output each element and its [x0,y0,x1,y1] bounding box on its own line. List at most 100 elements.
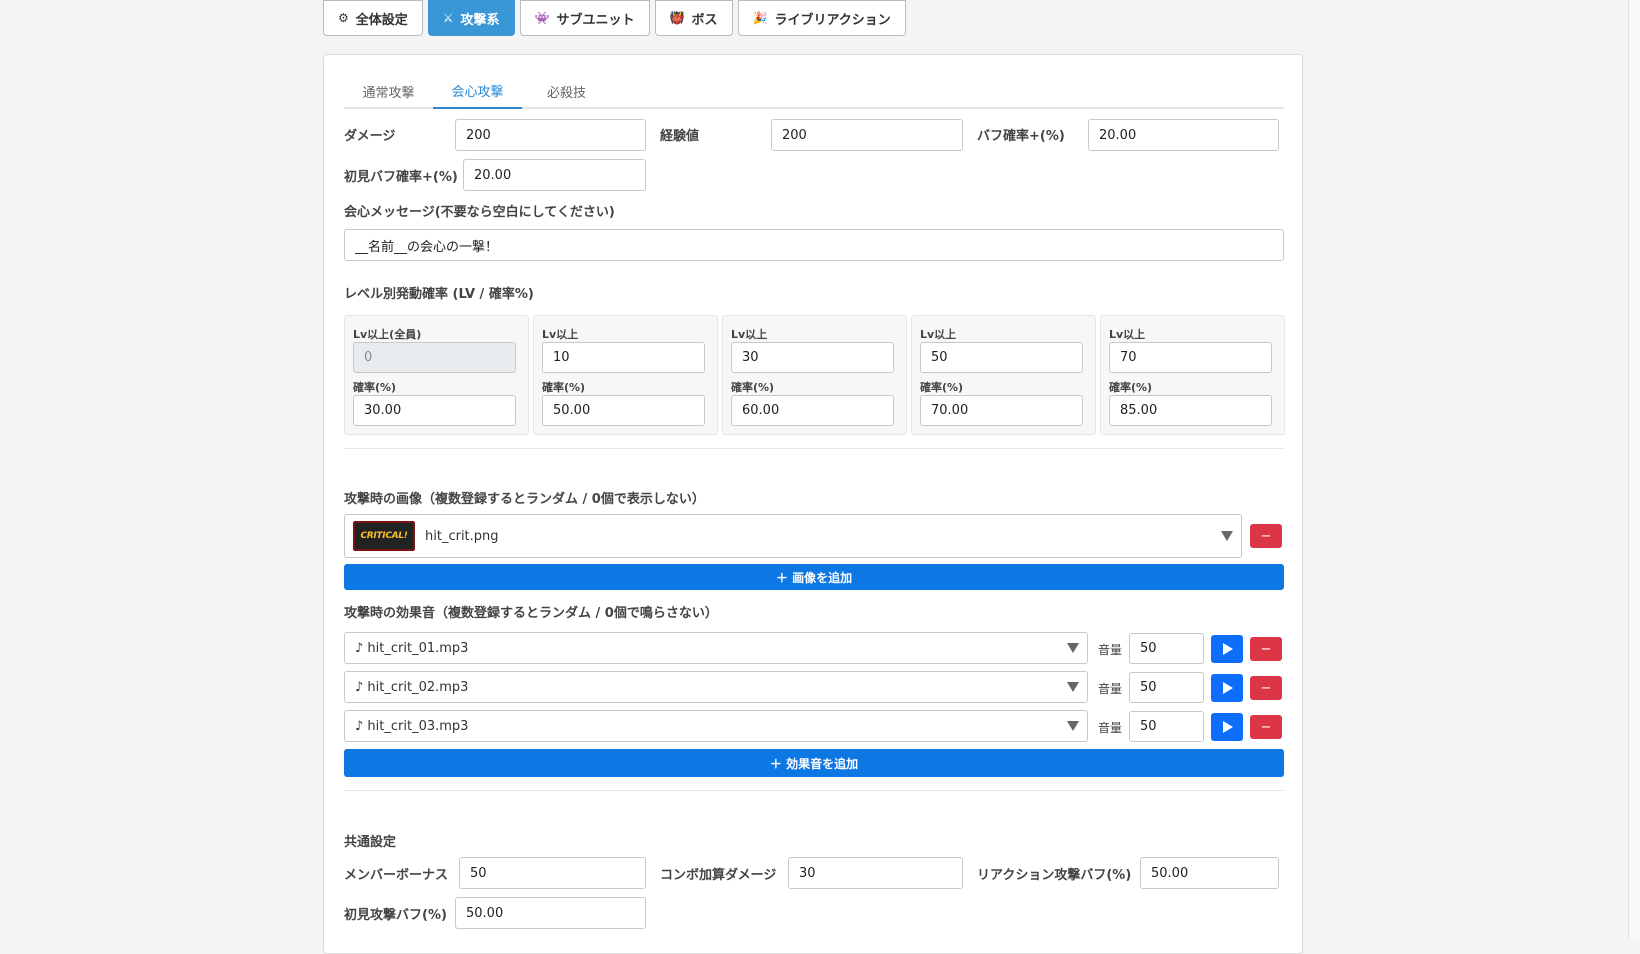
rate-label: 確率(%) [1109,381,1153,394]
subtab-normal-attack[interactable]: 通常攻撃 [344,73,433,109]
remove-sound-button[interactable]: − [1250,637,1282,661]
lv-label: Lv以上 [731,328,768,341]
volume-label: 音量 [1098,682,1123,696]
remove-sound-button[interactable]: − [1250,676,1282,700]
first-attack-buff-label: 初見攻撃バフ(%) [344,908,447,923]
first-buff-input[interactable] [463,159,646,191]
exp-input[interactable] [771,119,963,151]
lv-input [353,342,516,373]
level-rate-card: Lv以上 確率(%) [1100,315,1285,435]
volume-label: 音量 [1098,721,1123,735]
buff-rate-label: バフ確率+(%) [977,129,1065,144]
damage-input[interactable] [455,119,646,151]
ogre-icon: 👹 [669,11,685,25]
images-title: 攻撃時の画像（複数登録するとランダム / 0個で表示しない） [344,492,705,507]
rate-input[interactable] [542,395,705,426]
play-sound-button[interactable] [1211,674,1243,702]
member-bonus-input[interactable] [459,857,646,889]
image-select[interactable]: CRITICAL! hit_crit.png [344,514,1242,558]
reaction-buff-input[interactable] [1140,857,1279,889]
remove-sound-button[interactable]: − [1250,715,1282,739]
sound-select[interactable]: ♪ hit_crit_02.mp3 [344,671,1088,703]
lv-label: Lv以上(全員) [353,328,422,341]
lv-label: Lv以上 [920,328,957,341]
add-sound-button[interactable]: ＋ 効果音を追加 [344,749,1284,777]
tab-label: 攻撃系 [460,12,500,28]
common-settings-title: 共通設定 [344,835,397,850]
reaction-buff-label: リアクション攻撃バフ(%) [977,868,1132,883]
tab-attack[interactable]: ⚔ 攻撃系 [427,0,515,36]
sound-filename: ♪ hit_crit_03.mp3 [355,718,469,734]
settings-panel: 通常攻撃 会心攻撃 必殺技 ダメージ 経験値 バフ確率+(%) 初見バフ確率+(… [323,54,1303,954]
volume-input[interactable] [1129,672,1204,703]
volume-label: 音量 [1098,643,1123,657]
rate-input[interactable] [731,395,894,426]
play-icon [1223,721,1233,733]
swords-icon: ⚔ [442,11,454,25]
party-popper-icon: 🎉 [752,11,768,25]
lv-label: Lv以上 [1109,328,1146,341]
add-image-button[interactable]: ＋ 画像を追加 [344,564,1284,590]
tab-label: サブユニット [556,12,635,28]
volume-input[interactable] [1129,633,1204,664]
tab-global-settings[interactable]: ⚙ 全体設定 [323,0,423,36]
damage-label: ダメージ [344,129,396,144]
divider [344,448,1284,449]
lv-input[interactable] [920,342,1083,373]
level-rate-card: Lv以上 確率(%) [533,315,718,435]
rate-label: 確率(%) [353,381,397,394]
sound-filename: ♪ hit_crit_02.mp3 [355,679,469,695]
tab-label: ライブリアクション [774,12,891,28]
level-rate-card: Lv以上 確率(%) [722,315,907,435]
sound-filename: ♪ hit_crit_01.mp3 [355,640,469,656]
buff-rate-input[interactable] [1088,119,1279,151]
image-thumbnail: CRITICAL! [353,521,415,551]
combo-damage-label: コンボ加算ダメージ [660,868,777,883]
rate-input[interactable] [920,395,1083,426]
lv-label: Lv以上 [542,328,579,341]
gear-icon: ⚙ [338,11,349,25]
critical-message-input[interactable] [344,229,1284,261]
tab-boss[interactable]: 👹 ボス [654,0,733,36]
lv-input[interactable] [731,342,894,373]
lv-input[interactable] [542,342,705,373]
member-bonus-label: メンバーボーナス [344,868,449,883]
chevron-down-icon [1221,531,1233,541]
play-icon [1223,643,1233,655]
chevron-down-icon [1067,682,1079,692]
volume-input[interactable] [1129,711,1204,742]
exp-label: 経験値 [660,129,700,144]
sound-select[interactable]: ♪ hit_crit_01.mp3 [344,632,1088,664]
play-sound-button[interactable] [1211,713,1243,741]
level-rates-title: レベル別発動確率 (LV / 確率%) [344,287,534,302]
tab-label: 全体設定 [355,12,408,28]
remove-image-button[interactable]: − [1250,524,1282,548]
rate-input[interactable] [1109,395,1272,426]
image-filename: hit_crit.png [425,528,499,544]
play-sound-button[interactable] [1211,635,1243,663]
sub-tab-bar: 通常攻撃 会心攻撃 必殺技 [344,73,1284,109]
first-buff-label: 初見バフ確率+(%) [344,170,458,185]
tab-live-reaction[interactable]: 🎉 ライブリアクション [737,0,906,36]
combo-damage-input[interactable] [788,857,963,889]
divider [344,790,1284,791]
page-scrollbar[interactable] [1628,0,1640,939]
sound-select[interactable]: ♪ hit_crit_03.mp3 [344,710,1088,742]
rate-label: 確率(%) [731,381,775,394]
tab-label: ボス [691,12,718,28]
alien-monster-icon: 👾 [534,11,550,25]
sounds-title: 攻撃時の効果音（複数登録するとランダム / 0個で鳴らさない） [344,606,718,621]
tab-subunit[interactable]: 👾 サブユニット [519,0,650,36]
level-rate-card: Lv以上 確率(%) [911,315,1096,435]
top-tab-bar: ⚙ 全体設定 ⚔ 攻撃系 👾 サブユニット 👹 ボス 🎉 ライブリアクション [323,0,911,36]
lv-input[interactable] [1109,342,1272,373]
first-attack-buff-input[interactable] [455,897,646,929]
message-label: 会心メッセージ(不要なら空白にしてください) [344,205,615,220]
level-rate-card: Lv以上(全員) 確率(%) [344,315,529,435]
chevron-down-icon [1067,721,1079,731]
rate-label: 確率(%) [542,381,586,394]
subtab-special-move[interactable]: 必殺技 [522,73,611,109]
play-icon [1223,682,1233,694]
rate-input[interactable] [353,395,516,426]
subtab-critical-attack[interactable]: 会心攻撃 [433,73,522,109]
